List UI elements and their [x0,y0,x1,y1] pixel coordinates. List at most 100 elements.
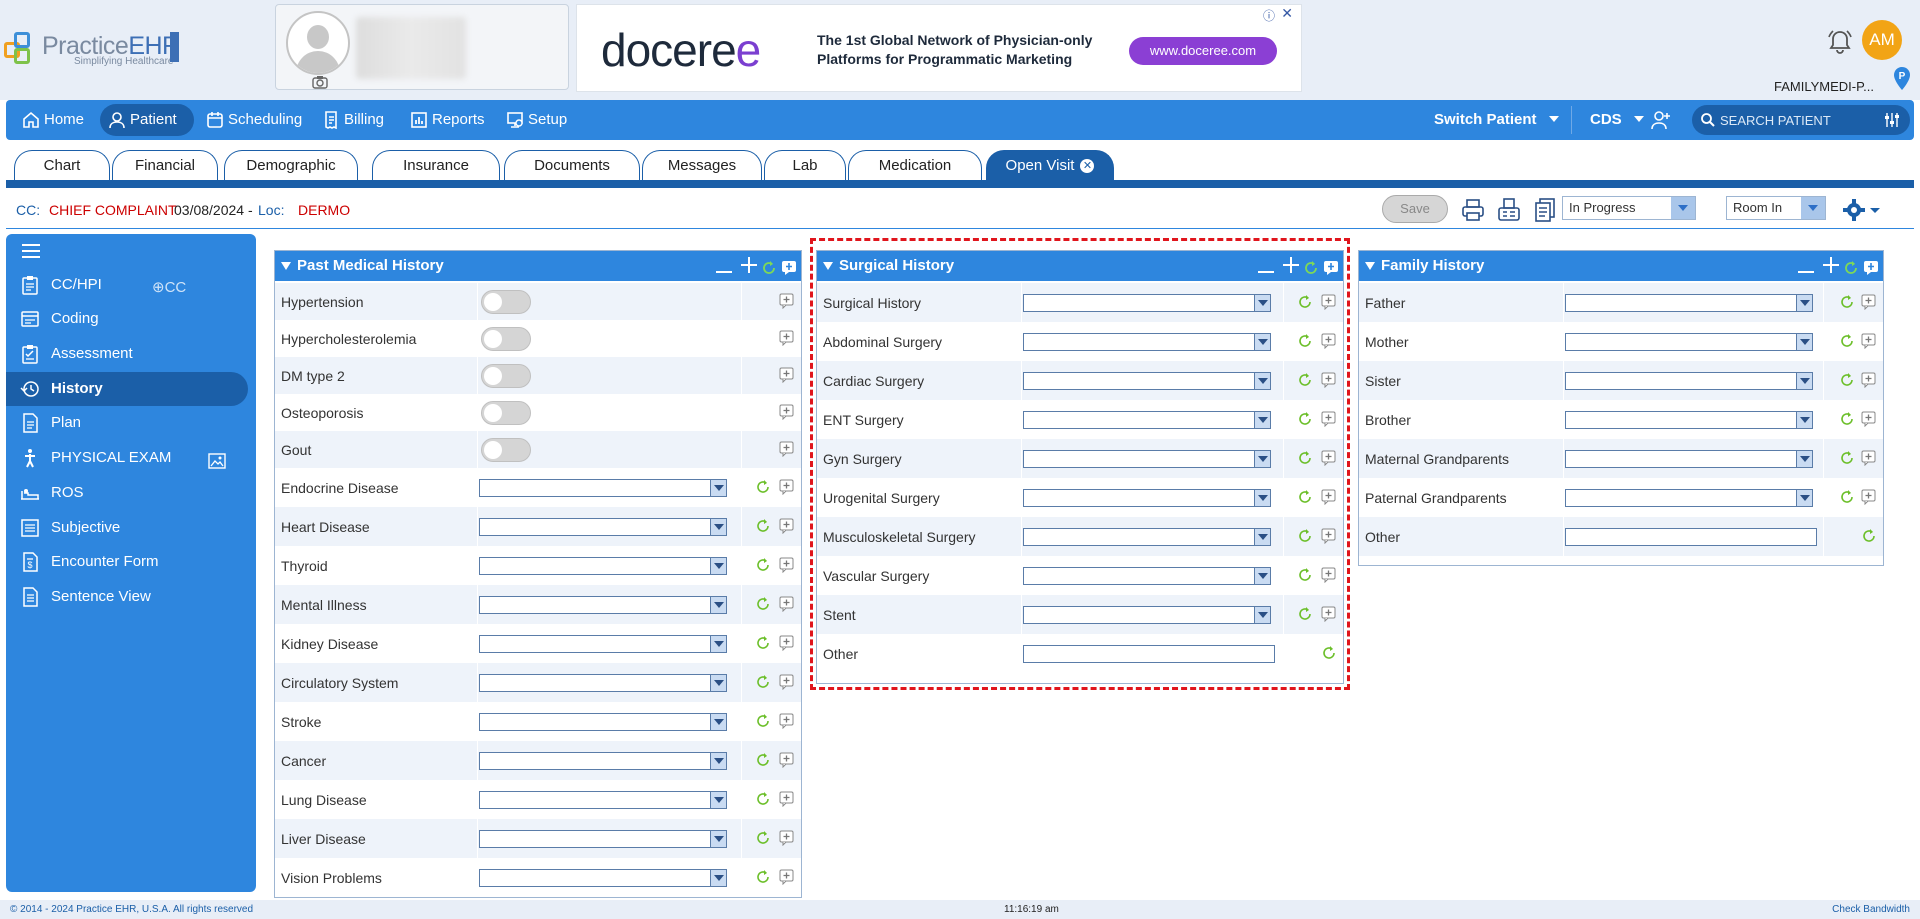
add-note-icon[interactable] [779,479,795,495]
add-note-icon[interactable] [779,791,795,807]
history-dropdown[interactable] [479,557,727,575]
switch-patient-dropdown[interactable]: Switch Patient [1434,111,1559,128]
add-note-icon[interactable] [1861,333,1877,349]
refresh-icon[interactable] [1839,294,1855,310]
nav-setup[interactable]: Setup [498,104,572,136]
refresh-icon[interactable] [755,791,771,807]
collapse-triangle-icon[interactable] [1365,262,1375,270]
tab-financial[interactable]: Financial [112,150,218,180]
add-note-icon[interactable] [779,830,795,846]
tab-chart[interactable]: Chart [14,150,110,180]
refresh-icon[interactable] [755,479,771,495]
refresh-icon[interactable] [1861,528,1877,544]
nav-patient[interactable]: Patient [100,104,194,136]
toggle-switch[interactable] [481,327,531,351]
nav-billing[interactable]: Billing [314,104,398,136]
nav-reports[interactable]: Reports [402,104,492,136]
ad-close-icon[interactable]: ✕ [1281,5,1293,22]
menu-hamburger-icon[interactable] [22,244,40,258]
practice-ehr-logo[interactable]: PracticeEHR Simplifying Healthcare [4,28,180,72]
add-note-icon[interactable] [779,635,795,651]
cds-dropdown[interactable]: CDS [1590,111,1644,128]
panel-header[interactable]: Family History [1359,251,1883,281]
add-note-icon[interactable] [779,713,795,729]
tab-insurance[interactable]: Insurance [372,150,500,180]
plus-icon[interactable] [740,257,757,273]
refresh-icon[interactable] [1839,333,1855,349]
room-status-select[interactable]: Room In [1726,196,1826,220]
history-dropdown[interactable] [1565,489,1813,507]
add-user-icon[interactable] [1650,109,1672,131]
sidebar-item-subjective[interactable]: Subjective [6,511,248,545]
nav-scheduling[interactable]: Scheduling [198,104,308,136]
history-dropdown[interactable] [479,869,727,887]
settings-gear-icon[interactable] [1842,197,1882,223]
user-avatar[interactable]: AM [1862,20,1902,60]
close-tab-icon[interactable]: ✕ [1080,159,1095,173]
history-dropdown[interactable] [1565,450,1813,468]
history-dropdown[interactable] [479,635,727,653]
refresh-icon[interactable] [755,869,771,885]
add-note-icon[interactable] [781,260,797,276]
history-dropdown[interactable] [479,596,727,614]
image-icon[interactable] [208,453,226,469]
sidebar-item-sentence-view[interactable]: Sentence View [6,580,248,614]
sidebar-item-coding[interactable]: Coding [6,302,248,336]
add-note-icon[interactable] [779,596,795,612]
history-dropdown[interactable] [1565,294,1813,312]
nav-home[interactable]: Home [14,104,100,136]
advertisement-banner[interactable]: doceree The 1st Global Network of Physic… [576,4,1302,92]
tab-documents[interactable]: Documents [504,150,640,180]
add-note-icon[interactable] [779,404,795,420]
patient-card[interactable] [275,4,569,90]
add-note-icon[interactable] [779,330,795,346]
refresh-icon[interactable] [755,518,771,534]
camera-icon[interactable] [312,75,328,92]
refresh-icon[interactable] [1839,450,1855,466]
history-dropdown[interactable] [479,830,727,848]
fax-icon[interactable] [1496,197,1522,223]
filter-sliders-icon[interactable] [1884,113,1900,127]
history-dropdown[interactable] [479,791,727,809]
refresh-icon[interactable] [755,596,771,612]
refresh-icon[interactable] [1839,372,1855,388]
sidebar-item-assessment[interactable]: Assessment [6,337,248,371]
sidebar-item-encounter-form[interactable]: $ Encounter Form [6,545,248,579]
tab-medication[interactable]: Medication [848,150,982,180]
refresh-icon[interactable] [761,260,777,276]
documents-icon[interactable] [1532,197,1558,223]
panel-header[interactable]: Past Medical History [275,251,801,281]
minus-icon[interactable] [1798,271,1815,273]
sidebar-item-plan[interactable]: Plan [6,406,248,440]
add-note-icon[interactable] [779,293,795,309]
refresh-icon[interactable] [755,830,771,846]
add-note-icon[interactable] [1861,372,1877,388]
refresh-icon[interactable] [1839,411,1855,427]
ad-cta-button[interactable]: www.doceree.com [1129,37,1277,65]
history-dropdown[interactable] [479,518,727,536]
refresh-icon[interactable] [755,635,771,651]
add-note-icon[interactable] [779,557,795,573]
add-note-icon[interactable] [779,869,795,885]
practice-name[interactable]: FAMILYMEDI-P... [1774,79,1874,94]
patient-avatar[interactable] [286,11,350,75]
search-patient-box[interactable] [1692,105,1910,135]
add-note-icon[interactable] [779,518,795,534]
add-note-icon[interactable] [1861,489,1877,505]
other-text-field[interactable] [1565,528,1817,546]
history-dropdown[interactable] [479,752,727,770]
refresh-icon[interactable] [755,557,771,573]
refresh-icon[interactable] [755,752,771,768]
save-button[interactable]: Save [1382,195,1448,223]
refresh-icon[interactable] [755,674,771,690]
collapse-triangle-icon[interactable] [281,262,291,270]
add-note-icon[interactable] [1861,450,1877,466]
refresh-icon[interactable] [1843,260,1859,276]
toggle-switch[interactable] [481,364,531,388]
ad-info-icon[interactable]: ⓘ [1263,7,1275,24]
history-dropdown[interactable] [1565,333,1813,351]
add-note-icon[interactable] [1861,411,1877,427]
history-dropdown[interactable] [479,674,727,692]
location-pin-icon[interactable]: P [1892,66,1912,92]
notification-bell-icon[interactable] [1826,28,1854,56]
